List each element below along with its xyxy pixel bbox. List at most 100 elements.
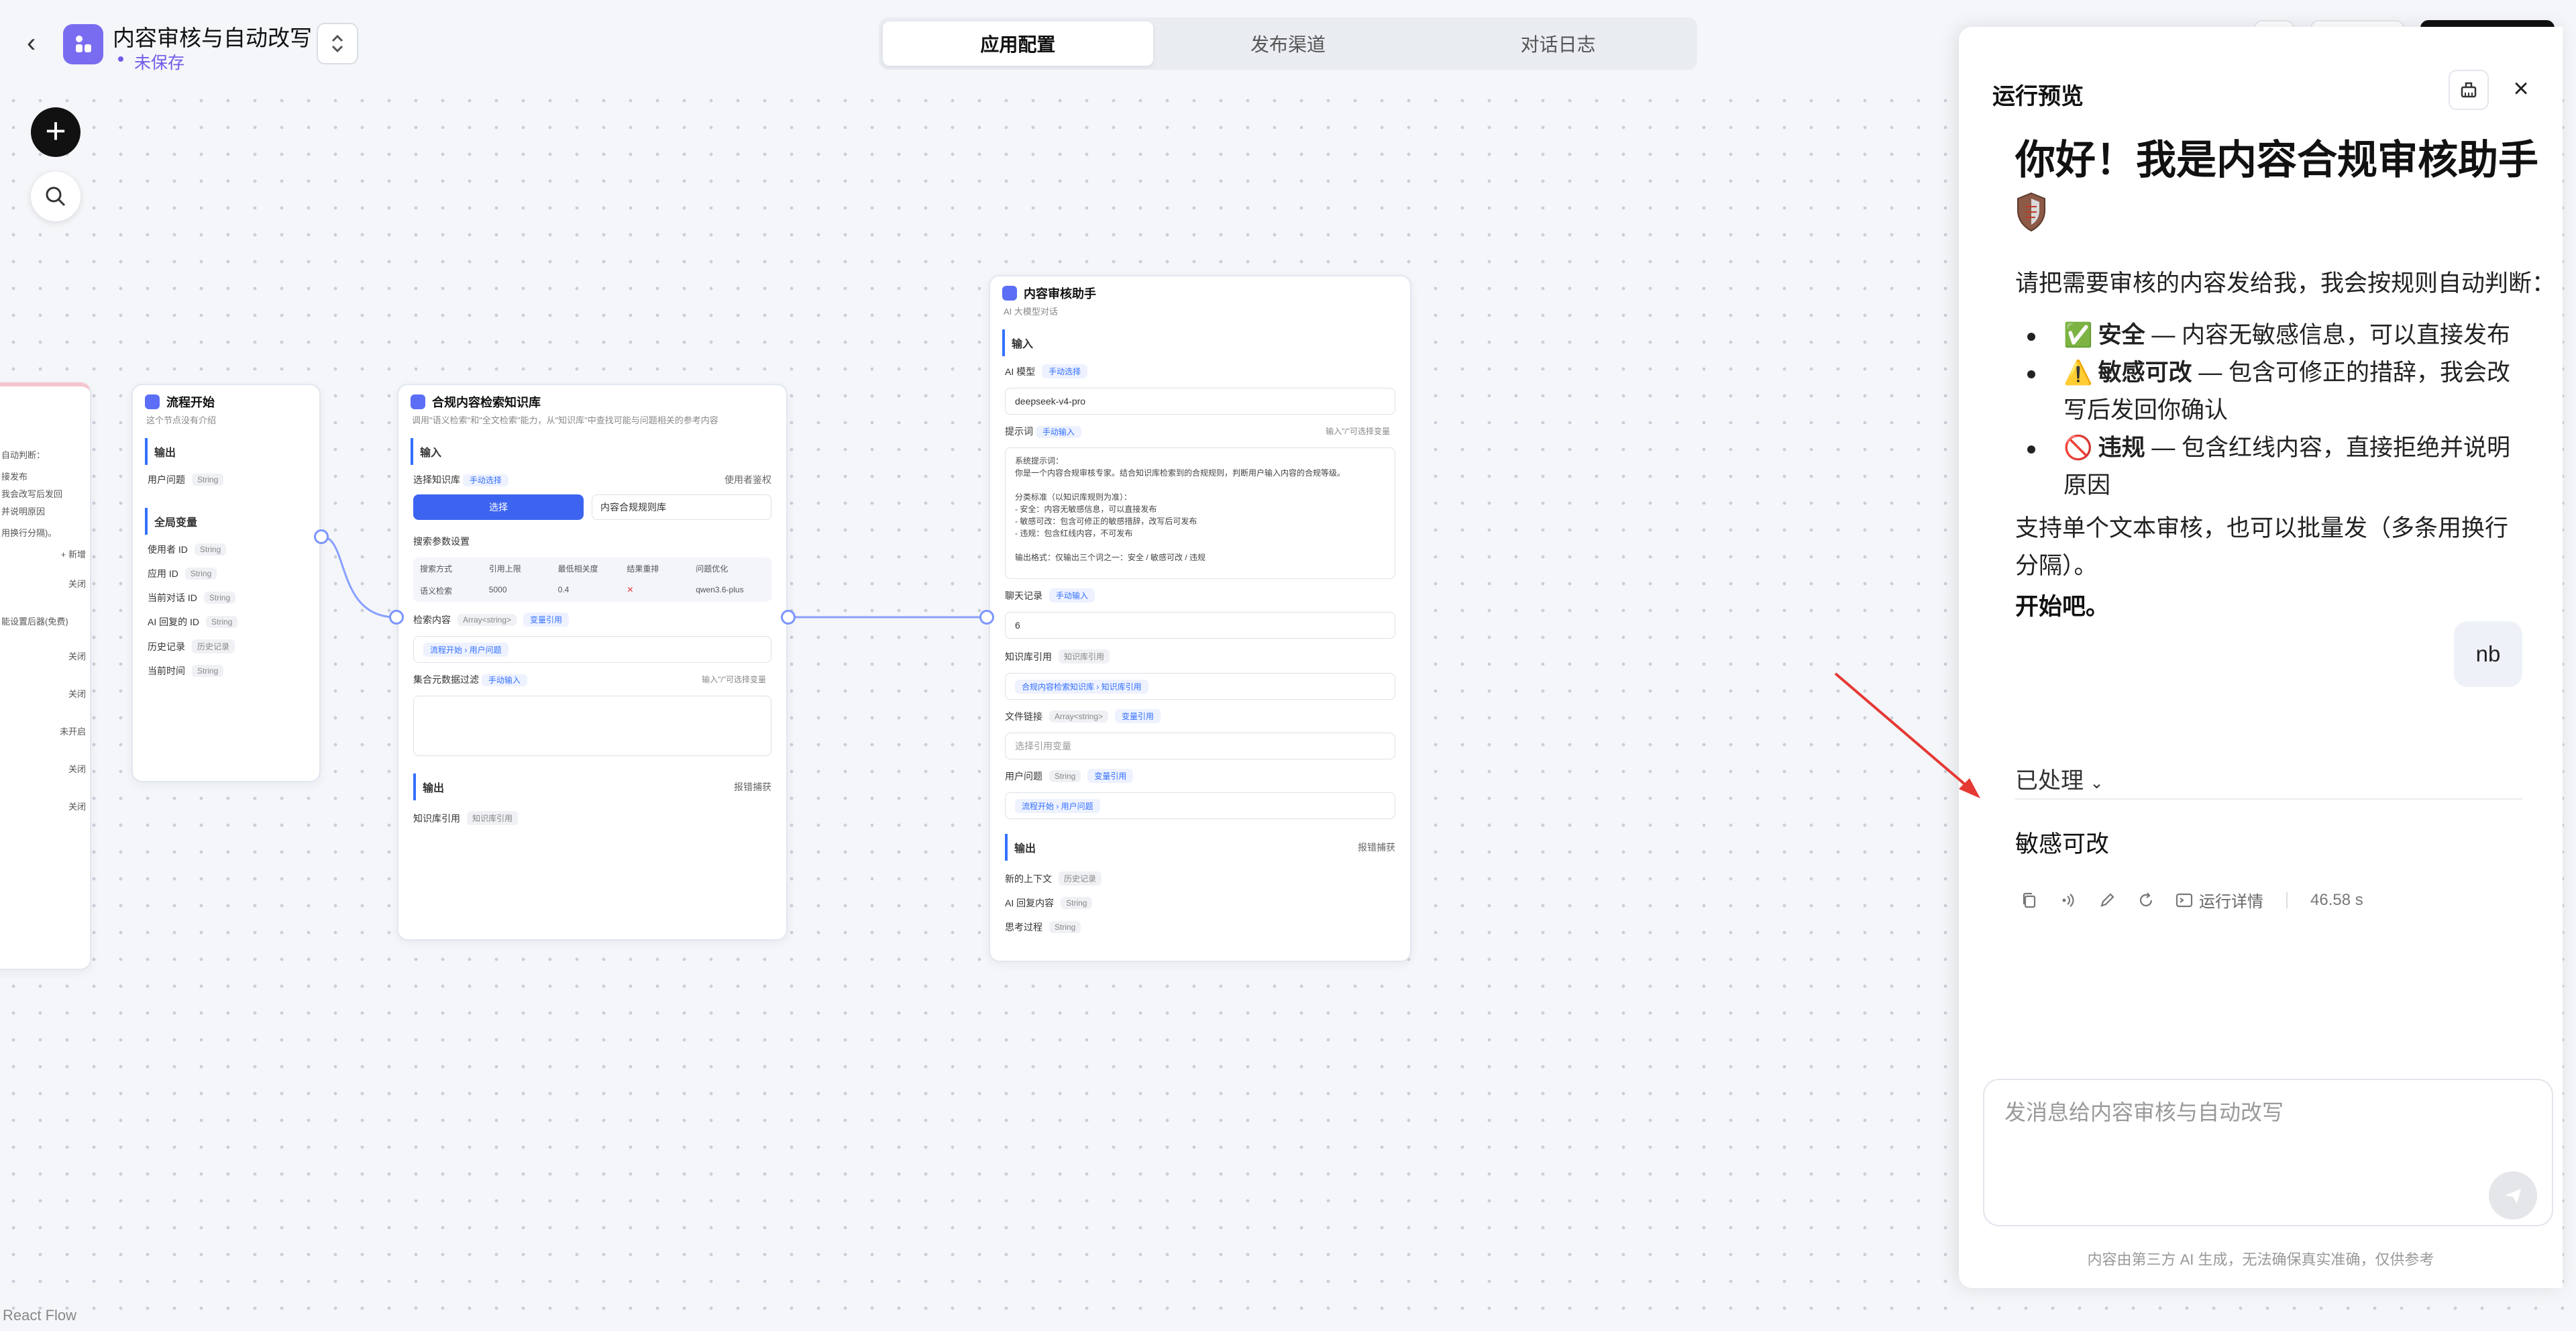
divider [2286,892,2288,908]
kb-search-node[interactable]: 合规内容检索知识库 调用"语义检索"和"全文检索"能力，从"知识库"中查找可能与… [397,384,788,941]
kb-node-input-handle[interactable] [389,610,404,625]
history-row: 聊天记录 手动输入 [990,583,1410,608]
partial-node-line: 并说明原因 [1,507,46,517]
ai-model-row: AI 模型 手动选择 [990,359,1410,384]
ai-chat-node[interactable]: 内容审核助手 AI 大模型对话 输入 AI 模型 手动选择 deepseek-v4… [989,275,1411,962]
edit-icon[interactable] [2097,890,2117,910]
knowledge-base-icon [411,394,425,409]
use-auth-toggle-label[interactable]: 使用者鉴权 [724,473,771,486]
panel-title: 运行预览 [1992,84,2084,109]
rule-list: ✅ 安全 — 内容无敏感信息，可以直接发布 ⚠️ 敏感可改 — 包含可修正的措辞，我… [2015,317,2525,504]
speaker-icon[interactable] [2058,890,2078,910]
send-icon [2505,1189,2521,1204]
processed-toggle[interactable]: 已处理 ⌄ [2015,762,2104,795]
start-text: 开始吧。 [2015,594,2110,620]
support-text: 支持单个文本审核，也可以批量发（多条用换行分隔）。 [2015,515,2509,579]
back-button[interactable]: ‹ [27,30,54,58]
globals-title: 全局变量 [145,508,307,535]
warning-icon: ⚠️ [2063,360,2093,386]
kb-node-title: 合规内容检索知识库 [432,396,541,409]
ai-model-select[interactable]: deepseek-v4-pro [1005,388,1395,415]
ai-output-field: 新的上下文 历史记录 [990,866,1410,891]
add-node-button[interactable]: + [31,107,80,157]
kb-output-row: 输出 报错捕获 [398,768,786,806]
kb-ref-row: 知识库引用 知识库引用 [990,644,1410,669]
prompt-textarea[interactable]: 系统提示词： 你是一个内容合规审核专家。结合知识库检索到的合规规则，判断用户输入… [1005,447,1395,579]
global-var: 应用 ID String [133,562,319,586]
greeting-heading: 你好！我是内容合规审核助手 [2015,138,2538,182]
prompt-row: 提示词 手动输入 输入"/"可选择变量 [1005,425,1390,438]
partial-node-value: 未开启 [59,727,86,737]
intro-text: 请把需要审核的内容发给我，我会按规则自动判断： [2015,270,2556,297]
ai-output-field: 思考过程 String [990,915,1410,939]
ai-report-capture-toggle[interactable]: 报错捕获 [1358,841,1395,854]
copy-icon[interactable] [2019,890,2039,910]
annotation-arrow-icon [1834,672,1980,798]
global-var: AI 回复的 ID String [133,610,319,634]
chat-input-box[interactable] [1983,1079,2553,1226]
partial-node[interactable]: 自动判断： 接发布 我会改写后发回 并说明原因 用换行分隔)。 + 新增 关闭 … [0,382,91,970]
kb-node-header: 合规内容检索知识库 [398,385,786,411]
start-node[interactable]: 流程开始 这个节点没有介绍 输出 用户问题 String 全局变量 使用者 ID S… [131,384,321,782]
kb-output-field: 知识库引用 知识库引用 [398,806,786,831]
run-details-button[interactable]: 运行详情 [2175,888,2263,912]
file-link-select[interactable]: 选择引用变量 [1005,733,1395,759]
kb-ref-select[interactable]: 合规内容检索知识库 › 知识库引用 [1005,673,1395,700]
kb-select-row: 选择 内容合规规则库 [413,494,771,520]
global-var: 历史记录 历史记录 [133,634,319,659]
selected-kb-chip[interactable]: 内容合规规则库 [592,494,771,520]
rule-item-violation: 🚫 违规 — 包含红线内容，直接拒绝并说明原因 [2015,429,2525,504]
user-question-select[interactable]: 流程开始 › 用户问题 [1005,792,1395,819]
ai-node-subtitle: AI 大模型对话 [1004,307,1058,317]
check-icon: ✅ [2063,322,2093,348]
metadata-filter-input[interactable] [413,696,771,756]
divider [2015,798,2522,800]
clear-chat-button[interactable] [2449,70,2489,110]
save-status: 未保存 [117,50,184,74]
global-var: 当前时间 String [133,659,319,683]
app-icon [63,24,103,64]
user-question-row: 用户问题 String 变量引用 [990,763,1410,788]
start-node-output-handle[interactable] [314,529,329,544]
broom-icon [2461,82,2477,98]
kb-input-title: 输入 [411,438,774,465]
tab-chat-logs[interactable]: 对话日志 [1423,21,1693,66]
start-node-output-title: 输出 [145,438,307,465]
send-button[interactable] [2489,1171,2537,1220]
ai-node-input-handle[interactable] [979,610,994,625]
tab-app-config[interactable]: 应用配置 [883,21,1153,66]
select-kb-button[interactable]: 选择 [413,494,584,520]
search-params-label[interactable]: 搜索参数设置 [398,529,786,553]
history-input[interactable]: 6 [1005,612,1395,639]
rule-item-safe: ✅ 安全 — 内容无敏感信息，可以直接发布 [2015,317,2525,354]
search-params-table[interactable]: 搜索方式 引用上限 最低相关度 结果重排 问题优化 语义检索 5000 0.4 ✕ qwen3.… [413,557,771,602]
ai-node-title: 内容审核助手 [1024,287,1096,301]
kb-node-subtitle: 调用"语义检索"和"全文检索"能力，从"知识库"中查找可能与问题相关的参考内容 [412,415,718,425]
search-node-button[interactable] [31,172,80,221]
kb-report-capture-toggle[interactable]: 报错捕获 [734,780,771,794]
rule-item-sensitive: ⚠️ 敏感可改 — 包含可修正的措辞，我会改写后发回你确认 [2015,354,2525,429]
chat-input[interactable] [2004,1100,2514,1125]
ai-output-row: 输出 报错捕获 [990,829,1410,866]
message-actions: 运行详情 46.58 s [2019,888,2363,912]
search-content-row: 检索内容 Array<string> 变量引用 [398,607,786,632]
kb-node-output-handle[interactable] [781,610,796,625]
partial-node-value: 关闭 [68,579,86,589]
main-tabs: 应用配置 发布渠道 对话日志 [879,17,1697,70]
partial-node-value: 关闭 [68,689,86,699]
add-new-button[interactable]: + 新增 [1,546,90,564]
close-icon[interactable]: × [2501,70,2541,110]
regenerate-icon[interactable] [2136,890,2156,910]
search-params-value-row: 语义检索 5000 0.4 ✕ qwen3.6-plus [420,585,744,596]
tab-publish-channel[interactable]: 发布渠道 [1153,21,1424,66]
partial-node-value: 关闭 [68,764,86,774]
ai-assistant-icon [1002,286,1017,301]
global-var: 使用者 ID String [133,537,319,562]
search-icon [46,187,66,207]
react-flow-attribution[interactable]: React Flow [3,1307,76,1324]
ai-disclaimer: 内容由第三方 AI 生成，无法确保真实准确，仅供参考 [2087,1251,2434,1268]
app-switch-button[interactable] [317,23,358,64]
select-kb-mode[interactable]: 手动选择 [462,474,508,486]
start-node-subtitle: 这个节点没有介绍 [146,415,217,425]
search-content-select[interactable]: 流程开始 › 用户问题 [413,636,771,663]
